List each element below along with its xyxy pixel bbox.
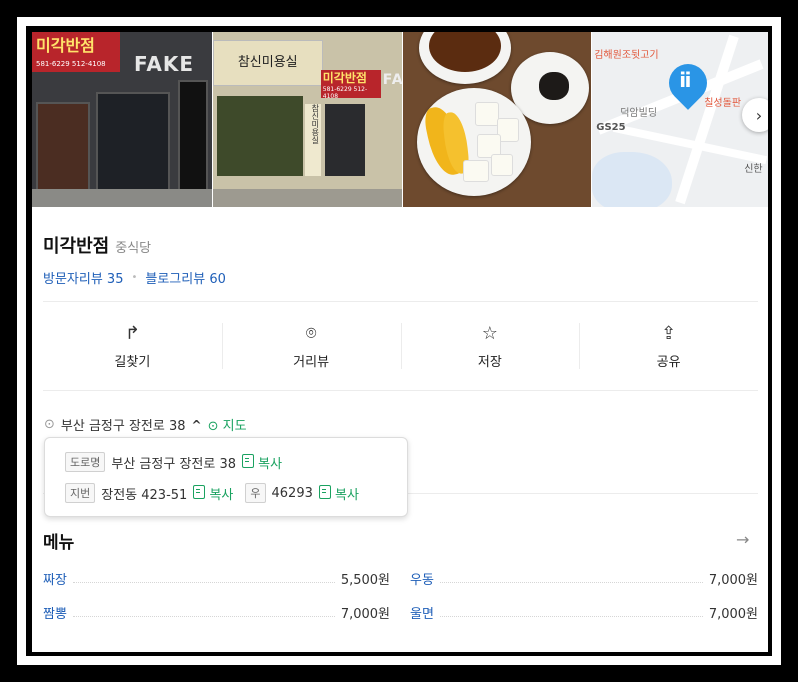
location-pin-icon: ⊙ xyxy=(44,417,55,432)
streetview-button[interactable]: ⌾ 거리뷰 xyxy=(221,317,401,375)
brand-sign-partial: FA xyxy=(382,72,403,88)
map-link[interactable]: ⊙ 지도 xyxy=(208,415,247,434)
radish-cube xyxy=(491,154,514,176)
divider xyxy=(43,301,758,302)
place-header: 미각반점 중식당 xyxy=(43,232,151,258)
salon-window xyxy=(216,96,303,176)
sidewalk xyxy=(32,189,212,207)
separator-dot: • xyxy=(131,272,138,283)
menu-item-price: 5,500원 xyxy=(340,573,390,588)
road-address-row: 도로명 부산 금정구 장전로 38 복사 xyxy=(65,452,282,472)
map-link-label: 지도 xyxy=(222,419,247,434)
place-category: 중식당 xyxy=(115,241,152,256)
save-label: 저장 xyxy=(477,354,502,370)
menu-item[interactable]: 울면 7,000원 xyxy=(410,603,758,622)
storefront-photo[interactable]: 미각반점 581-6229 512-4108 FAKE xyxy=(32,32,212,207)
food-photo[interactable] xyxy=(403,32,592,207)
share-label: 공유 xyxy=(656,354,681,370)
divider xyxy=(43,390,758,391)
shop-pillar xyxy=(178,80,208,196)
road-tag: 도로명 xyxy=(65,452,106,472)
black-bean-sauce xyxy=(539,72,570,100)
menu-item-name: 짬뽕 xyxy=(43,607,67,622)
copy-road-button[interactable]: 복사 xyxy=(242,453,282,472)
share-button[interactable]: ⇪ 공유 xyxy=(579,317,758,375)
dotted-leader xyxy=(439,608,703,617)
sidewalk xyxy=(212,189,403,207)
menu-item-price: 7,000원 xyxy=(708,607,758,622)
next-photo-button[interactable]: › xyxy=(742,98,768,132)
restaurant-fork-knife-icon: ⅱ xyxy=(679,68,692,92)
streetview-label: 거리뷰 xyxy=(293,354,330,370)
zip-tag: 우 xyxy=(245,483,266,503)
road-address: 부산 금정구 장전로 38 xyxy=(111,456,236,472)
map-water xyxy=(592,152,673,207)
copy-label: 복사 xyxy=(209,487,234,503)
copy-icon xyxy=(318,484,331,499)
copy-icon xyxy=(193,484,206,499)
address-text: 부산 금정구 장전로 38 xyxy=(60,419,186,434)
star-icon: ☆ xyxy=(481,322,498,344)
shop-door xyxy=(96,92,170,196)
action-bar: ↱ 길찾기 ⌾ 거리뷰 ☆ 저장 ⇪ 공유 xyxy=(43,317,758,375)
menu-title: 메뉴 xyxy=(43,533,75,553)
menu-item-name: 짜장 xyxy=(43,573,67,588)
menu-item[interactable]: 짬뽕 7,000원 xyxy=(43,603,390,622)
menu-item-name: 울면 xyxy=(410,607,434,622)
dotted-leader xyxy=(72,608,335,617)
salon-sign: 참신미용실 xyxy=(212,40,323,86)
menu-item[interactable]: 짜장 5,500원 xyxy=(43,569,390,588)
visitor-review-link[interactable]: 방문자리뷰 35 xyxy=(43,268,123,287)
lot-address: 장전동 423-51 xyxy=(101,487,188,503)
place-name: 미각반점 xyxy=(43,236,110,257)
menu-item-price: 7,000원 xyxy=(340,607,390,622)
chevron-up-icon[interactable]: ^ xyxy=(192,418,202,432)
copy-lot-button[interactable]: 복사 xyxy=(193,484,233,503)
store-sign-small: 미각반점 581-6229 512-4108 xyxy=(320,70,381,100)
arrow-right-icon[interactable]: → xyxy=(736,530,749,549)
place-card: 미각반점 581-6229 512-4108 FAKE 참신미용실 미각반점 5… xyxy=(32,32,768,652)
address-row: ⊙ 부산 금정구 장전로 38 ^ ⊙ 지도 xyxy=(44,415,247,434)
salon-vertical-sign: 참신미용실 xyxy=(304,104,321,176)
menu-item-price: 7,000원 xyxy=(708,573,758,588)
dotted-leader xyxy=(439,574,703,583)
copy-zip-button[interactable]: 복사 xyxy=(318,484,359,503)
copy-label: 복사 xyxy=(335,487,359,503)
shop-window xyxy=(36,102,90,191)
brand-sign: FAKE xyxy=(134,52,195,76)
street-photo[interactable]: 참신미용실 미각반점 581-6229 512-4108 FA 참신미용실 xyxy=(212,32,403,207)
lot-tag: 지번 xyxy=(65,483,96,503)
menu-item-name: 우동 xyxy=(410,573,434,588)
store-sign: 미각반점 581-6229 512-4108 xyxy=(32,32,120,72)
map-label-restaurant: 칠성돌판 xyxy=(704,98,742,109)
map-road xyxy=(675,34,740,205)
map-label-building: 덕암빌딩 xyxy=(620,108,658,119)
blog-review-link[interactable]: 블로그리뷰 60 xyxy=(145,268,225,287)
share-icon: ⇪ xyxy=(661,322,677,344)
map-label-store: GS25 xyxy=(596,122,626,133)
lot-address-row: 지번 장전동 423-51 복사 우 46293 복사 xyxy=(65,483,359,503)
photo-strip: 미각반점 581-6229 512-4108 FAKE 참신미용실 미각반점 5… xyxy=(32,32,768,207)
save-button[interactable]: ☆ 저장 xyxy=(400,317,580,375)
directions-arrow-icon: ↱ xyxy=(124,322,140,344)
copy-label: 복사 xyxy=(258,456,283,472)
dotted-leader xyxy=(72,574,335,583)
chevron-right-icon: › xyxy=(755,105,763,125)
map-label-bank: 신한 xyxy=(744,164,763,175)
zip-code: 46293 xyxy=(271,485,313,501)
shop-entrance xyxy=(324,104,365,176)
menu-item[interactable]: 우동 7,000원 xyxy=(410,569,758,588)
map-label-restaurant: 김해원조뒷고기 xyxy=(594,50,659,61)
radish-cube xyxy=(475,102,500,126)
streetview-pin-icon: ⌾ xyxy=(305,322,317,344)
address-detail-popup: 도로명 부산 금정구 장전로 38 복사 지번 장전동 423-51 복사 우 … xyxy=(44,437,408,517)
directions-label: 길찾기 xyxy=(114,354,151,370)
copy-icon xyxy=(242,453,254,468)
review-links: 방문자리뷰 35 • 블로그리뷰 60 xyxy=(43,268,226,287)
radish-cube xyxy=(463,160,490,182)
directions-button[interactable]: ↱ 길찾기 xyxy=(43,317,222,375)
